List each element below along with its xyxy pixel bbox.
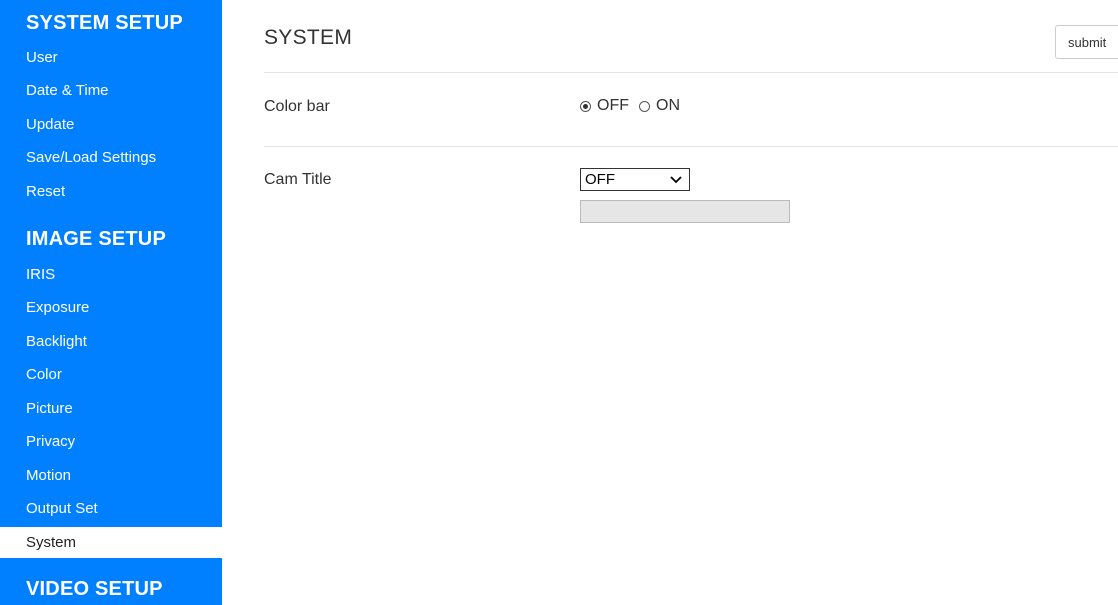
sidebar-item-date-time[interactable]: Date & Time (0, 75, 222, 106)
sidebar-item-motion[interactable]: Motion (0, 460, 222, 491)
section-title-video-setup: VIDEO SETUP (26, 578, 163, 600)
sidebar: SYSTEM SETUP User Date & Time Update Sav… (0, 0, 222, 605)
cam-title-text-input[interactable] (580, 200, 790, 223)
sidebar-item-exposure[interactable]: Exposure (0, 292, 222, 323)
sidebar-item-reset[interactable]: Reset (0, 176, 222, 207)
section-title-image-setup: IMAGE SETUP (26, 228, 166, 250)
cam-title-select-value: OFF (585, 171, 615, 188)
divider (264, 146, 1118, 147)
sidebar-item-output-set[interactable]: Output Set (0, 493, 222, 524)
section-title-system-setup: SYSTEM SETUP (26, 12, 183, 34)
sidebar-item-save-load-settings[interactable]: Save/Load Settings (0, 142, 222, 173)
cam-title-select[interactable]: OFF (580, 168, 690, 191)
color-bar-label: Color bar (264, 98, 330, 115)
sidebar-item-color[interactable]: Color (0, 359, 222, 390)
cam-title-label: Cam Title (264, 171, 332, 188)
sidebar-item-picture[interactable]: Picture (0, 393, 222, 424)
sidebar-item-system[interactable]: System (0, 527, 222, 558)
color-bar-on-radio[interactable] (639, 100, 650, 112)
divider (264, 72, 1118, 73)
main-content: SYSTEM submit Color bar OFF ON Cam Title… (222, 0, 1118, 605)
sidebar-item-user[interactable]: User (0, 42, 222, 73)
color-bar-off-label[interactable]: OFF (597, 97, 629, 115)
sidebar-item-privacy[interactable]: Privacy (0, 426, 222, 457)
color-bar-off-radio[interactable] (580, 100, 591, 112)
chevron-down-icon (670, 176, 682, 184)
submit-button[interactable]: submit (1055, 25, 1118, 59)
sidebar-item-iris[interactable]: IRIS (0, 259, 222, 290)
sidebar-item-backlight[interactable]: Backlight (0, 326, 222, 357)
sidebar-item-update[interactable]: Update (0, 109, 222, 140)
color-bar-radio-group: OFF ON (580, 97, 690, 115)
page-title: SYSTEM (264, 26, 353, 49)
color-bar-on-label[interactable]: ON (656, 97, 680, 115)
